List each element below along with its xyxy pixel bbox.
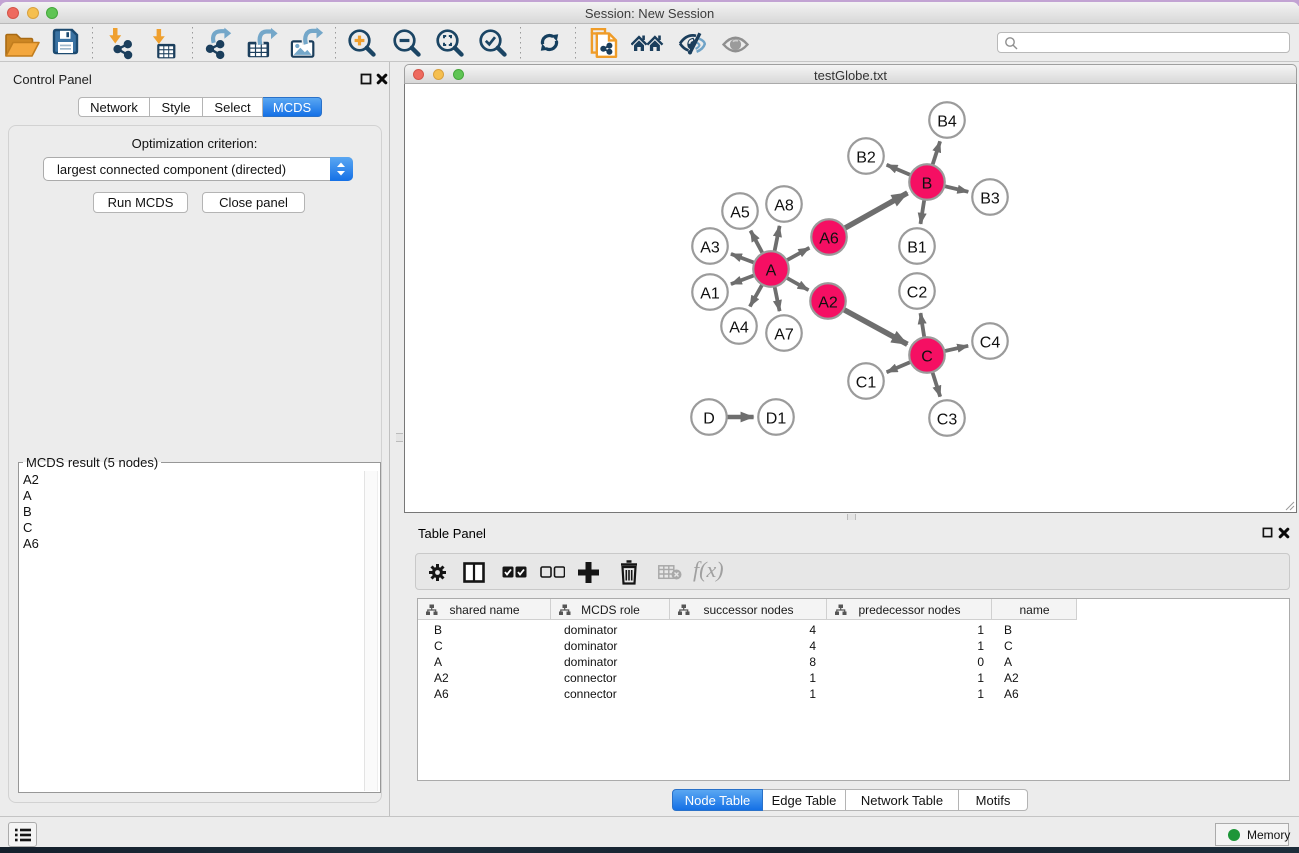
svg-text:A4: A4 [729, 320, 749, 337]
svg-text:A6: A6 [819, 231, 839, 248]
svg-text:D: D [703, 411, 715, 428]
svg-text:C3: C3 [937, 412, 958, 429]
svg-text:C: C [921, 349, 933, 366]
svg-text:B4: B4 [937, 114, 957, 131]
svg-text:B1: B1 [907, 240, 927, 257]
svg-text:B2: B2 [856, 150, 876, 167]
svg-text:A7: A7 [774, 327, 794, 344]
svg-text:B3: B3 [980, 191, 1000, 208]
svg-text:C1: C1 [856, 375, 877, 392]
svg-text:A8: A8 [774, 198, 794, 215]
svg-text:A3: A3 [700, 240, 720, 257]
svg-text:B: B [922, 176, 933, 193]
svg-text:D1: D1 [766, 411, 787, 428]
svg-text:C4: C4 [980, 335, 1001, 352]
svg-text:A: A [766, 263, 777, 280]
svg-text:A5: A5 [730, 205, 750, 222]
svg-text:C2: C2 [907, 285, 928, 302]
svg-text:A2: A2 [818, 295, 838, 312]
svg-text:A1: A1 [700, 286, 720, 303]
